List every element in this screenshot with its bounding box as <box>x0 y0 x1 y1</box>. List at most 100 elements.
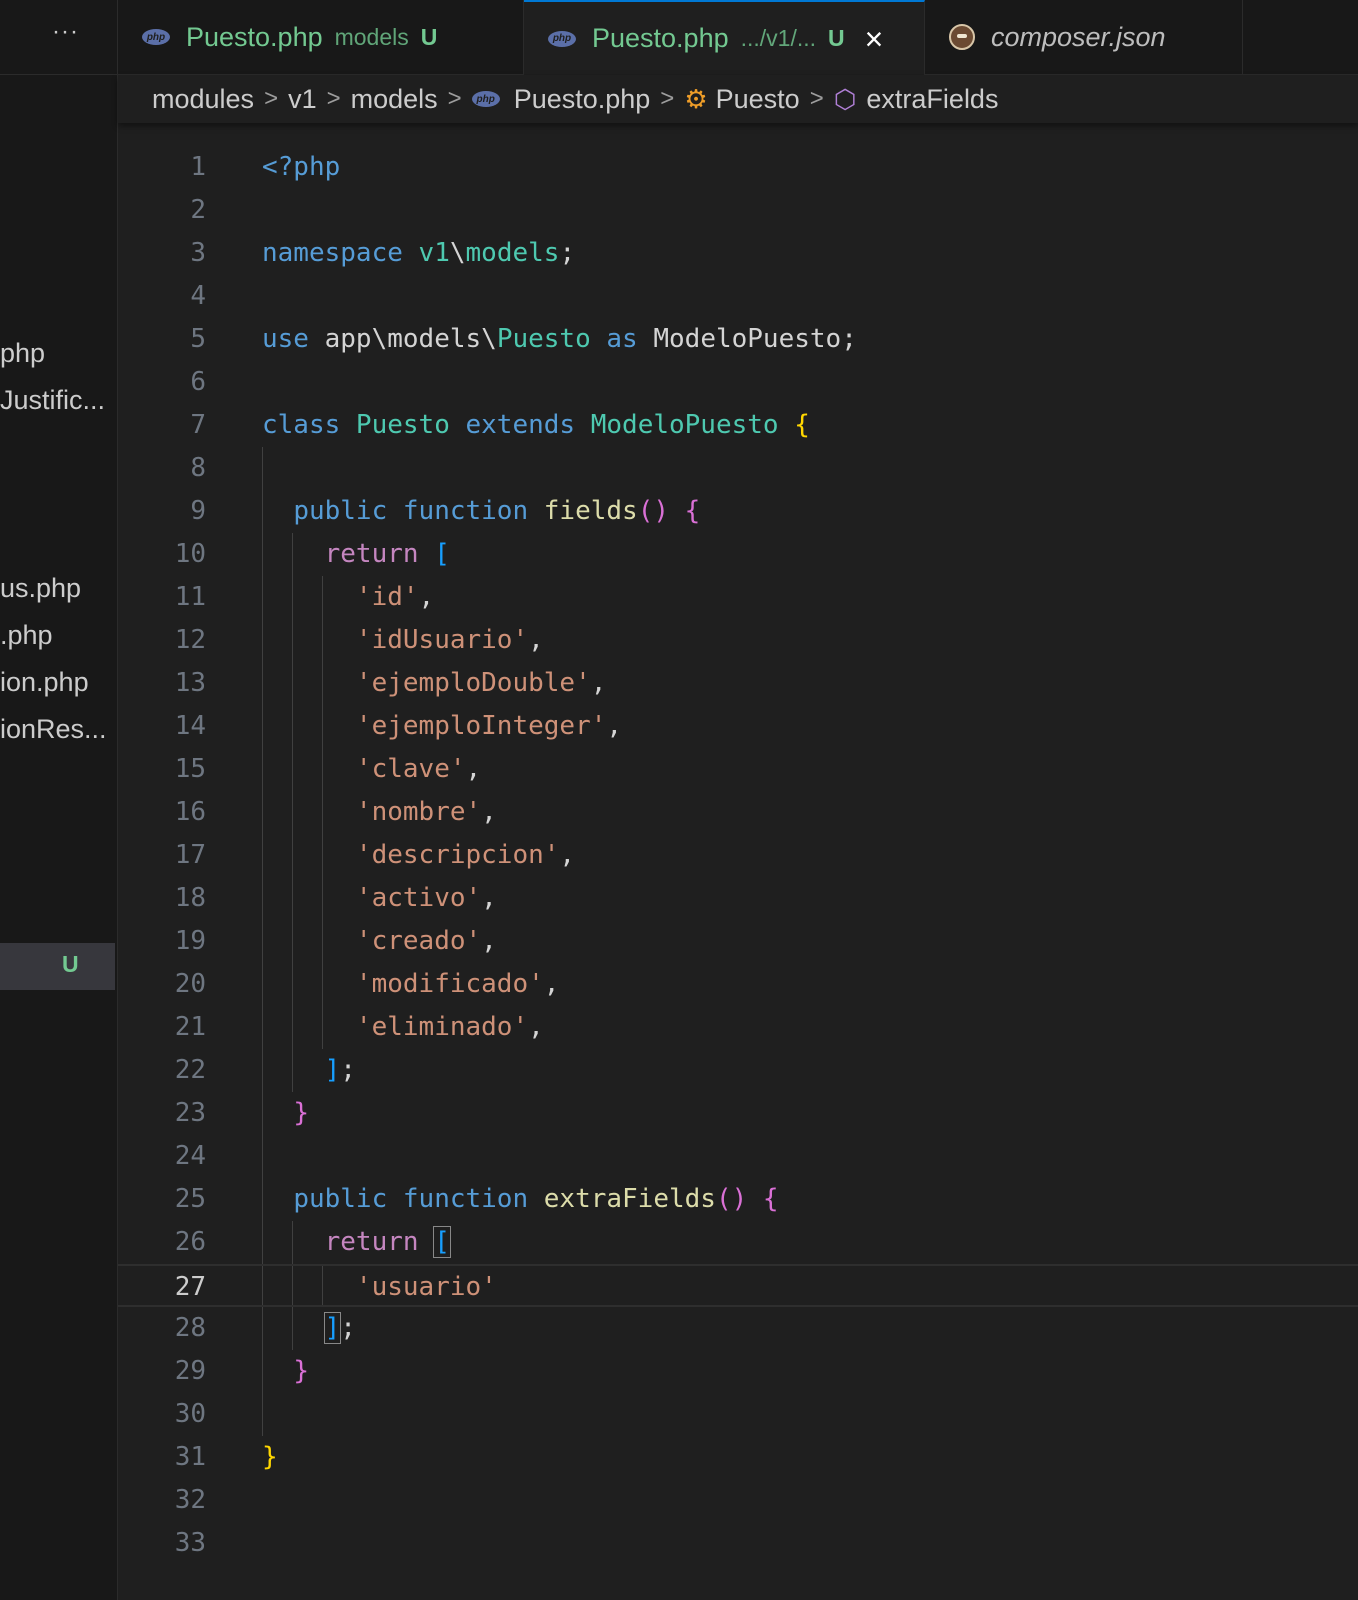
file-item[interactable]: o <box>0 474 109 514</box>
breadcrumb-item[interactable]: Puesto.php <box>514 84 651 115</box>
file-item[interactable]: ionRes... <box>0 709 109 749</box>
code-token: <?php <box>262 152 341 182</box>
code-token: 'nombre' <box>355 797 482 827</box>
code-line[interactable]: 28 ]; <box>118 1307 1358 1350</box>
code-text: 'nombre', <box>262 791 497 834</box>
code-line[interactable]: 23 } <box>118 1092 1358 1135</box>
line-number: 27 <box>174 1272 206 1302</box>
code-token: { <box>684 496 701 526</box>
breadcrumb-item[interactable]: Puesto <box>716 84 800 115</box>
line-number: 24 <box>174 1141 206 1171</box>
code-line[interactable]: 16 'nombre', <box>118 791 1358 834</box>
code-line[interactable]: 8 <box>118 447 1358 490</box>
line-number: 7 <box>190 410 206 440</box>
code-token: v1 <box>418 238 450 268</box>
code-text: namespace v1\models; <box>262 232 575 275</box>
code-line[interactable]: 12 'idUsuario', <box>118 619 1358 662</box>
breadcrumb-item[interactable]: extraFields <box>866 84 998 115</box>
code-token: ; <box>340 1313 356 1343</box>
code-line[interactable]: 18 'activo', <box>118 877 1358 920</box>
code-line[interactable]: 3 namespace v1\models; <box>118 232 1358 275</box>
explorer-header: ··· <box>0 0 117 75</box>
code-token: use <box>262 324 325 354</box>
breadcrumb: modules > v1 > models > php Puesto.php >… <box>118 75 1358 123</box>
tab-puesto-models[interactable]: php Puesto.php models U <box>118 0 524 74</box>
line-number: 1 <box>190 152 206 182</box>
code-line[interactable]: 4 <box>118 275 1358 318</box>
breadcrumb-item[interactable]: v1 <box>288 84 317 115</box>
file-item[interactable]: Justific... <box>0 380 109 420</box>
more-actions-icon[interactable]: ··· <box>52 18 79 46</box>
code-line[interactable]: 10 return [ <box>118 533 1358 576</box>
line-number: 16 <box>174 797 206 827</box>
line-number: 28 <box>174 1313 206 1343</box>
code-token: app\models\ <box>324 324 497 354</box>
code-line[interactable]: 22 ]; <box>118 1049 1358 1092</box>
code-token: Puesto <box>355 410 450 440</box>
file-item[interactable]: php <box>0 333 109 373</box>
file-item[interactable]: .php <box>0 615 109 655</box>
line-number: 13 <box>174 668 206 698</box>
code-text: 'idUsuario', <box>262 619 544 662</box>
code-line[interactable]: 29 } <box>118 1350 1358 1393</box>
selected-file-item[interactable]: U <box>0 943 115 990</box>
file-item[interactable]: o <box>0 427 109 467</box>
code-text: 'clave', <box>262 748 481 791</box>
code-line[interactable]: 9 public function fields() { <box>118 490 1358 533</box>
code-token: \ <box>449 238 466 268</box>
tab-composer-json[interactable]: composer.json <box>925 0 1243 74</box>
tab-puesto-v1[interactable]: php Puesto.php .../v1/... U × <box>524 0 925 75</box>
file-item[interactable]: us.php <box>0 568 109 608</box>
code-line[interactable]: 15 'clave', <box>118 748 1358 791</box>
file-item[interactable]: ion.php <box>0 662 109 702</box>
line-number: 6 <box>190 367 206 397</box>
code-line[interactable]: 30 <box>118 1393 1358 1436</box>
file-name: Justific... <box>0 385 106 415</box>
line-number: 10 <box>174 539 206 569</box>
code-line[interactable]: 11 'id', <box>118 576 1358 619</box>
code-line[interactable]: 27 'usuario' <box>118 1264 1358 1307</box>
code-line[interactable]: 21 'eliminado', <box>118 1006 1358 1049</box>
code-editor[interactable]: 1 <?php 2 3 namespace v1\models; 4 5 use app\mo… <box>118 128 1358 1600</box>
line-number: 2 <box>190 195 206 225</box>
code-line[interactable]: 13 'ejemploDouble', <box>118 662 1358 705</box>
code-line[interactable]: 17 'descripcion', <box>118 834 1358 877</box>
chevron-right-icon: > <box>447 85 462 112</box>
line-number: 8 <box>190 453 206 483</box>
code-line[interactable]: 7 class Puesto extends ModeloPuesto { <box>118 404 1358 447</box>
tab-title: composer.json <box>991 21 1166 52</box>
code-text: 'ejemploInteger', <box>262 705 622 748</box>
code-line[interactable]: 31} <box>118 1436 1358 1479</box>
code-line[interactable]: 33 <box>118 1522 1358 1565</box>
line-number: 17 <box>174 840 206 870</box>
line-number: 12 <box>174 625 206 655</box>
code-line[interactable]: 2 <box>118 189 1358 232</box>
code-line[interactable]: 25 public function extraFields() { <box>118 1178 1358 1221</box>
code-line[interactable]: 5 use app\models\Puesto as ModeloPuesto; <box>118 318 1358 361</box>
code-line[interactable]: 14 'ejemploInteger', <box>118 705 1358 748</box>
code-line[interactable]: 32 <box>118 1479 1358 1522</box>
code-line[interactable]: 6 <box>118 361 1358 404</box>
code-line[interactable]: 1 <?php <box>118 146 1358 189</box>
code-token: 'eliminado' <box>355 1012 529 1042</box>
code-token: ] <box>324 1055 341 1085</box>
code-line[interactable]: 19 'creado', <box>118 920 1358 963</box>
code-token: , <box>559 840 576 870</box>
breadcrumb-item[interactable]: models <box>351 84 438 115</box>
php-file-icon: php <box>548 30 576 47</box>
line-number: 23 <box>174 1098 206 1128</box>
code-token: public function <box>293 496 544 526</box>
code-line[interactable]: 20 'modificado', <box>118 963 1358 1006</box>
file-name: ion.php <box>0 667 89 697</box>
code-line[interactable]: 26 return [ <box>118 1221 1358 1264</box>
code-text: public function fields() { <box>262 490 700 533</box>
breadcrumb-item[interactable]: modules <box>152 84 254 115</box>
close-icon[interactable]: × <box>865 23 884 55</box>
code-token: } <box>293 1098 309 1128</box>
code-line[interactable]: 24 <box>118 1135 1358 1178</box>
